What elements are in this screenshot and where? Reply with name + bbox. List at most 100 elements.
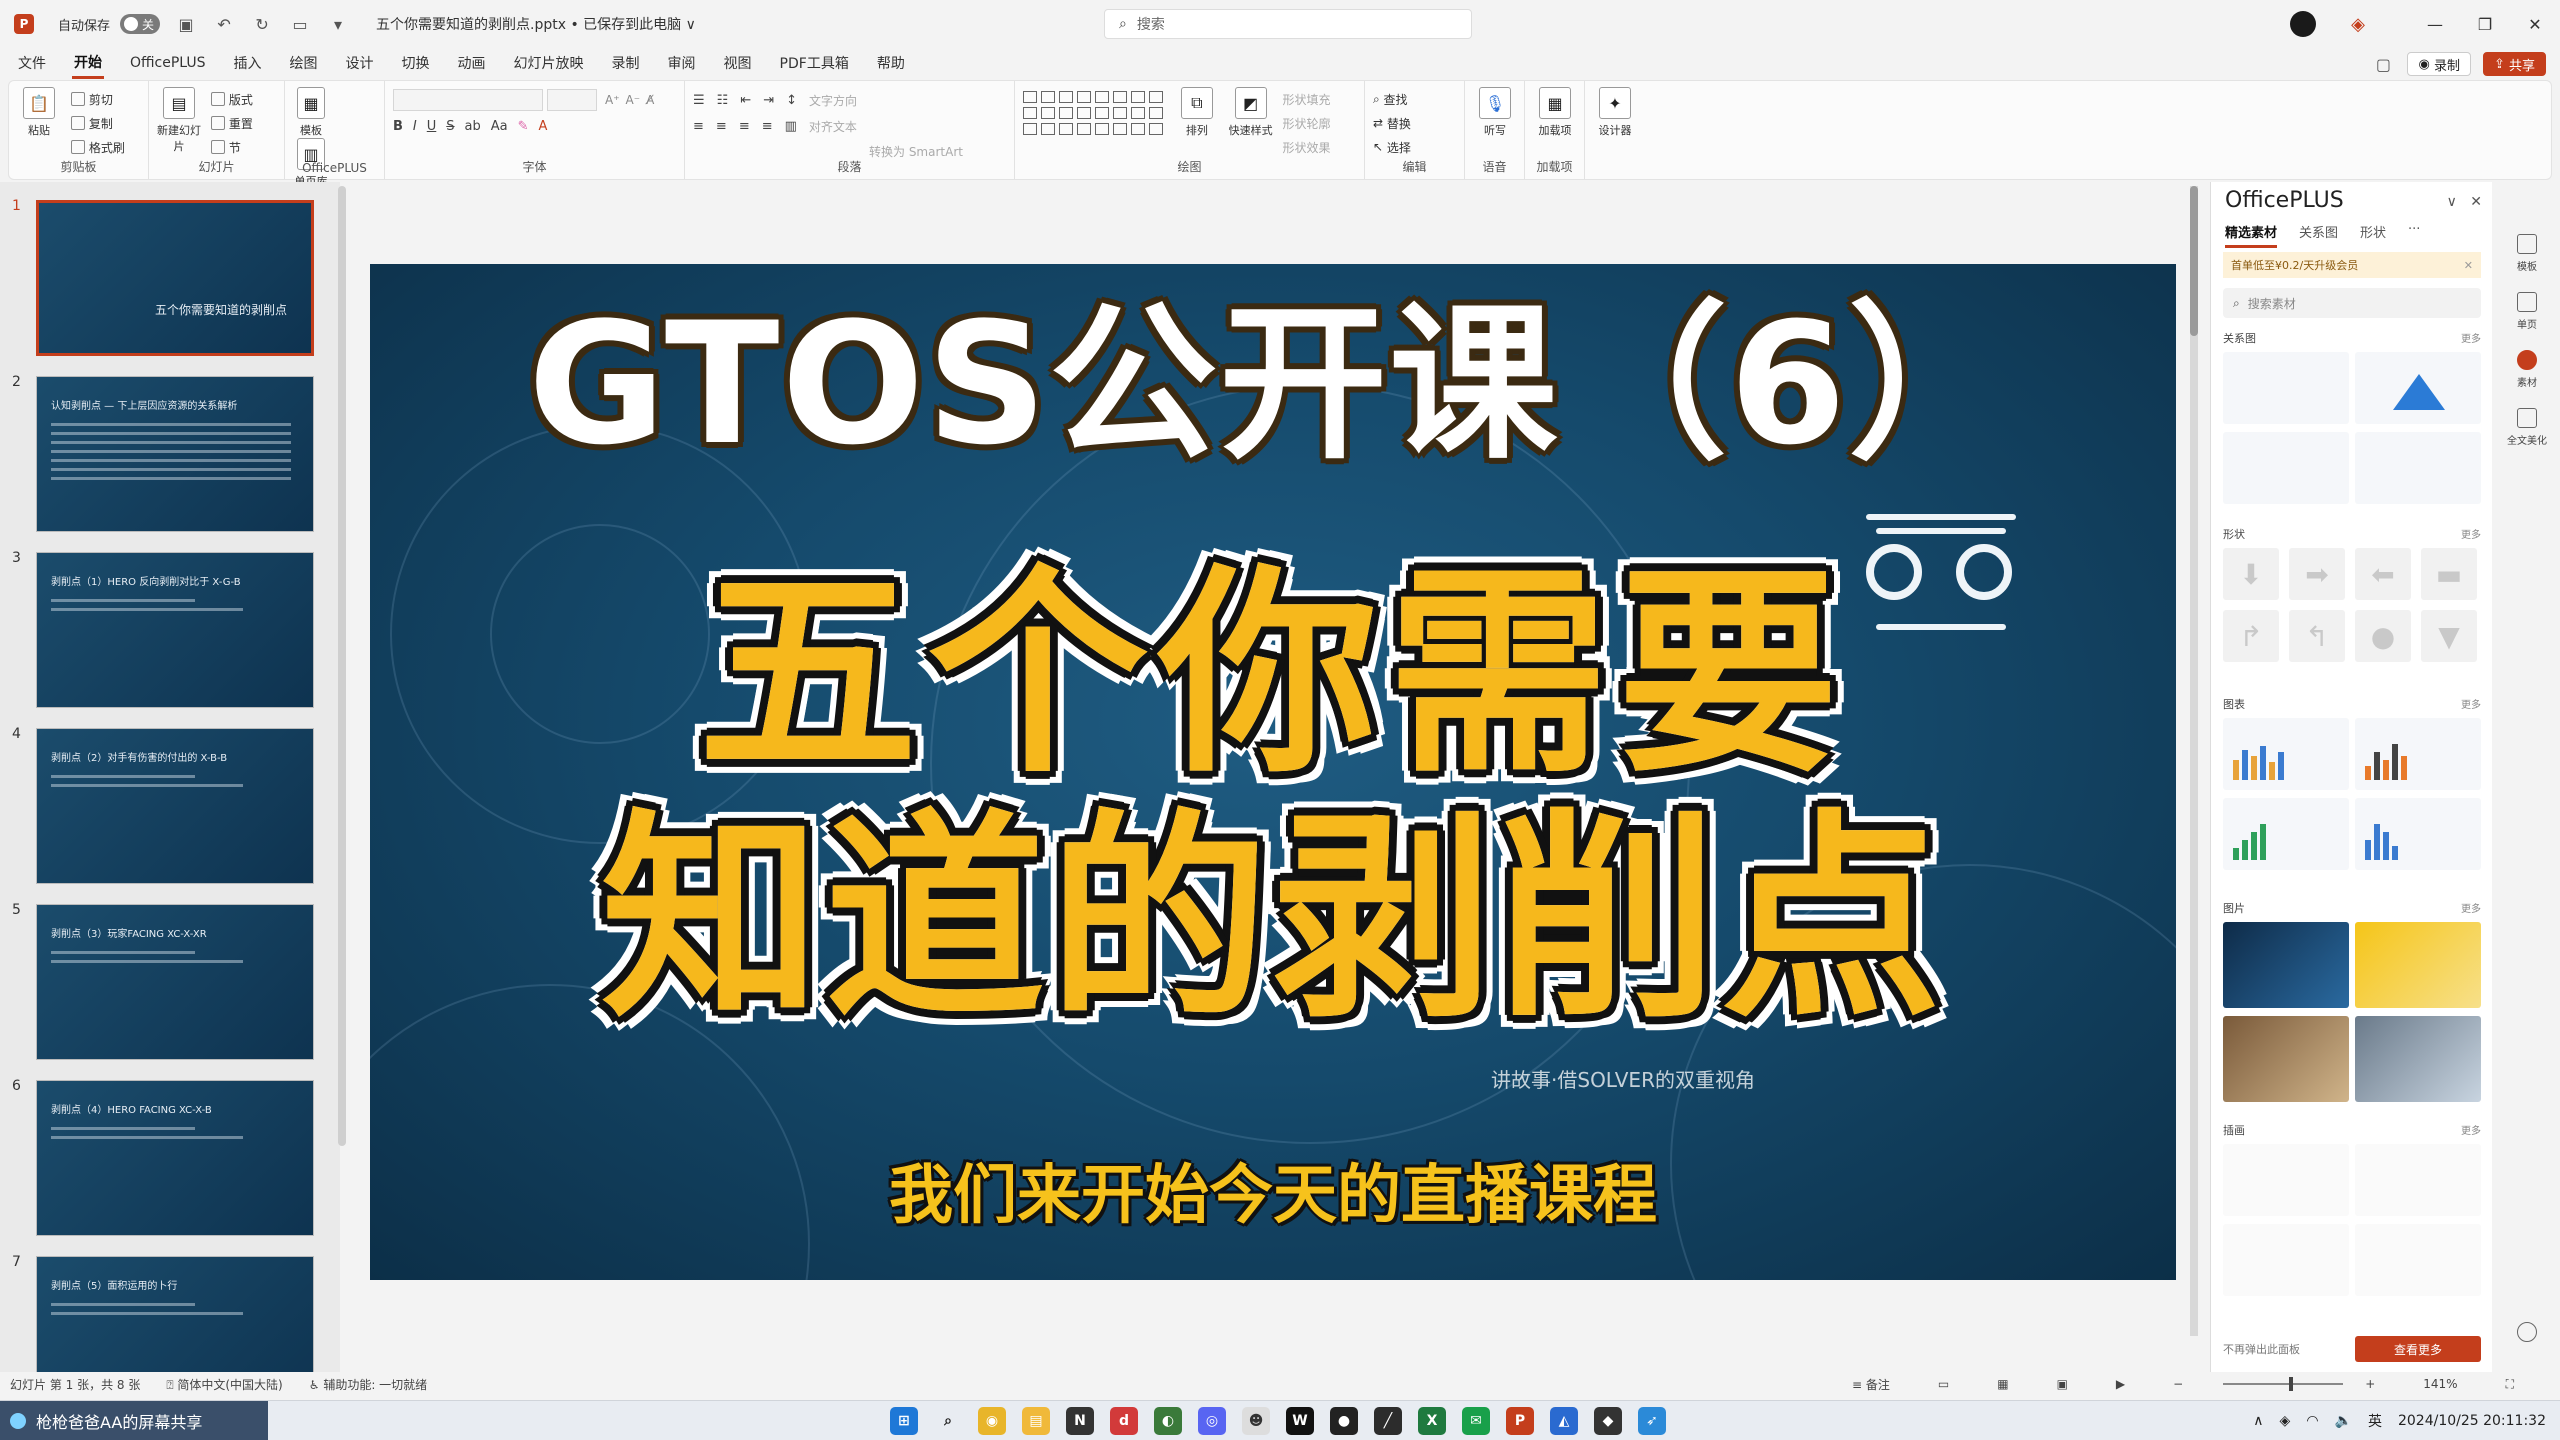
- slide-main-title-line1[interactable]: 五个你需要: [370, 564, 2176, 784]
- zoom-level[interactable]: 141%: [2423, 1377, 2457, 1391]
- cut-button[interactable]: 剪切: [70, 87, 125, 111]
- op-tab-diagrams[interactable]: 关系图: [2299, 222, 2338, 248]
- photo-card-3[interactable]: [2223, 1016, 2349, 1102]
- select-button[interactable]: ↖ 选择: [1373, 135, 1411, 159]
- illustration-card-2[interactable]: [2355, 1144, 2481, 1216]
- quick-styles-button[interactable]: ◩ 快速样式: [1229, 87, 1273, 138]
- tab-file[interactable]: 文件: [16, 49, 48, 77]
- chart-card-2[interactable]: [2355, 718, 2481, 790]
- shape-outline-button[interactable]: 形状轮廓: [1282, 111, 1330, 135]
- wifi-icon[interactable]: ◠: [2306, 1413, 2318, 1429]
- indent-increase-icon[interactable]: ⇥: [763, 93, 774, 108]
- change-case-icon[interactable]: Aa: [491, 119, 508, 134]
- app-bird-icon[interactable]: ➶: [1638, 1407, 1666, 1435]
- slide-thumbnail-2[interactable]: 2 认知剥削点 — 下上层因应资源的关系解析: [0, 366, 340, 536]
- slide-main-title-line2[interactable]: 知道的剥削点: [370, 809, 2176, 1029]
- rail-material[interactable]: 素材: [2504, 350, 2550, 389]
- diagram-card-4[interactable]: [2355, 432, 2481, 504]
- app-green-icon[interactable]: ◐: [1154, 1407, 1182, 1435]
- diagram-card-3[interactable]: [2223, 432, 2349, 504]
- slide-sorter-icon[interactable]: ▦: [1997, 1377, 2008, 1391]
- account-avatar[interactable]: [2290, 11, 2316, 37]
- highlight-icon[interactable]: ✎: [518, 119, 529, 134]
- illustration-card-1[interactable]: [2223, 1144, 2349, 1216]
- underline-button[interactable]: U: [427, 119, 437, 134]
- rounded-rect-shape-icon[interactable]: ▬: [2421, 548, 2477, 600]
- tray-clock[interactable]: 2024/10/25 20:11:32: [2398, 1413, 2546, 1429]
- slide-scrollbar[interactable]: [2190, 186, 2198, 1336]
- app-circle-icon[interactable]: ●: [1330, 1407, 1358, 1435]
- chrome-icon[interactable]: ◉: [978, 1407, 1006, 1435]
- start-windows-icon[interactable]: ⊞: [890, 1407, 918, 1435]
- shape-effects-button[interactable]: 形状效果: [1282, 135, 1330, 159]
- file-explorer-icon[interactable]: ▤: [1022, 1407, 1050, 1435]
- text-direction-button[interactable]: 文字方向: [809, 88, 857, 112]
- save-icon[interactable]: ▣: [174, 12, 198, 36]
- tab-animations[interactable]: 动画: [456, 49, 488, 77]
- view-more-button[interactable]: 查看更多: [2355, 1336, 2481, 1362]
- grow-font-icon[interactable]: A⁺: [605, 93, 620, 107]
- zoom-in-icon[interactable]: +: [2365, 1377, 2375, 1391]
- thumbnail-scrollbar[interactable]: [338, 186, 346, 1146]
- language-status[interactable]: ⍰ 简体中文(中国大陆): [166, 1376, 282, 1393]
- comments-icon[interactable]: ▢: [2371, 52, 2395, 76]
- font-color-icon[interactable]: A: [539, 119, 548, 134]
- tab-draw[interactable]: 绘图: [288, 49, 320, 77]
- rail-settings[interactable]: [2504, 1322, 2550, 1346]
- notion-icon[interactable]: N: [1066, 1407, 1094, 1435]
- template-button[interactable]: ▦ 模板: [293, 87, 329, 138]
- accessibility-status[interactable]: ♿ 辅助功能: 一切就绪: [309, 1376, 427, 1393]
- normal-view-icon[interactable]: ▭: [1938, 1377, 1949, 1391]
- app-chart-icon[interactable]: ╱: [1374, 1407, 1402, 1435]
- slide-thumbnail-6[interactable]: 6 剥削点（4）HERO FACING XC-X-B: [0, 1070, 340, 1240]
- illustrations-more-link[interactable]: 更多: [2461, 1122, 2481, 1137]
- indent-decrease-icon[interactable]: ⇤: [740, 93, 751, 108]
- redo-icon[interactable]: ↻: [250, 12, 274, 36]
- discord-icon[interactable]: ◎: [1198, 1407, 1226, 1435]
- chart-card-4[interactable]: [2355, 798, 2481, 870]
- slide-title-english[interactable]: GTOS公开课（6）: [370, 292, 2176, 477]
- material-search-input[interactable]: ⌕ 搜索素材: [2223, 288, 2481, 318]
- input-language[interactable]: 英: [2368, 1411, 2382, 1431]
- rail-template[interactable]: 模板: [2504, 234, 2550, 273]
- align-left-icon[interactable]: ≡: [693, 119, 704, 134]
- photo-card-1[interactable]: [2223, 922, 2349, 1008]
- shrink-font-icon[interactable]: A⁻: [626, 93, 641, 107]
- slide-caption[interactable]: 我们来开始今天的直播课程: [370, 1144, 2176, 1236]
- slide-thumbnail-4[interactable]: 4 剥削点（2）对手有伤害的付出的 X-B-B: [0, 718, 340, 888]
- close-button[interactable]: ✕: [2510, 0, 2560, 48]
- slide-thumbnail-3[interactable]: 3 剥削点（1）HERO 反向剥削对比于 X-G-B: [0, 542, 340, 712]
- align-right-icon[interactable]: ≡: [739, 119, 750, 134]
- tab-slideshow[interactable]: 幻灯片放映: [512, 49, 586, 77]
- tab-officeplus[interactable]: OfficePLUS: [128, 51, 208, 75]
- chart-card-3[interactable]: [2223, 798, 2349, 870]
- bullets-icon[interactable]: ☰: [693, 93, 705, 108]
- tab-design[interactable]: 设计: [344, 49, 376, 77]
- addins-button[interactable]: ▦ 加载项: [1533, 87, 1577, 138]
- tab-help[interactable]: 帮助: [875, 49, 907, 77]
- columns-icon[interactable]: ▥: [785, 119, 797, 134]
- search-input[interactable]: ⌕ 搜索: [1104, 9, 1472, 39]
- arrow-down-shape-icon[interactable]: ⬇: [2223, 548, 2279, 600]
- collapse-chevron-icon[interactable]: ∨: [2447, 194, 2457, 210]
- op-tab-featured[interactable]: 精选素材: [2225, 222, 2278, 248]
- copy-button[interactable]: 复制: [70, 111, 125, 135]
- dictate-button[interactable]: 🎙 听写: [1473, 87, 1517, 138]
- op-tab-shapes[interactable]: 形状: [2360, 222, 2386, 248]
- format-painter-button[interactable]: 格式刷: [70, 135, 125, 159]
- tab-review[interactable]: 审阅: [666, 49, 698, 77]
- app-alien-icon[interactable]: ☻: [1242, 1407, 1270, 1435]
- op-tab-more[interactable]: ···: [2408, 222, 2420, 248]
- shapes-more-link[interactable]: 更多: [2461, 526, 2481, 541]
- app-dark-icon[interactable]: ◆: [1594, 1407, 1622, 1435]
- notes-button[interactable]: ≡ 备注: [1852, 1376, 1890, 1393]
- slide-subtitle[interactable]: 讲故事·借SOLVER的双重视角: [370, 1064, 2176, 1093]
- photo-card-4[interactable]: [2355, 1016, 2481, 1102]
- slide-thumbnail-7[interactable]: 7 剥削点（5）面积运用的卜行: [0, 1246, 340, 1372]
- record-button[interactable]: ◉ 录制: [2407, 52, 2471, 76]
- screen-share-notice[interactable]: 枪枪爸爸AA的屏幕共享: [0, 1401, 268, 1440]
- numbering-icon[interactable]: ☷: [717, 93, 729, 108]
- clear-format-icon[interactable]: A̸: [646, 93, 654, 107]
- section-button[interactable]: 节: [210, 135, 253, 159]
- align-text-button[interactable]: 对齐文本: [809, 114, 857, 138]
